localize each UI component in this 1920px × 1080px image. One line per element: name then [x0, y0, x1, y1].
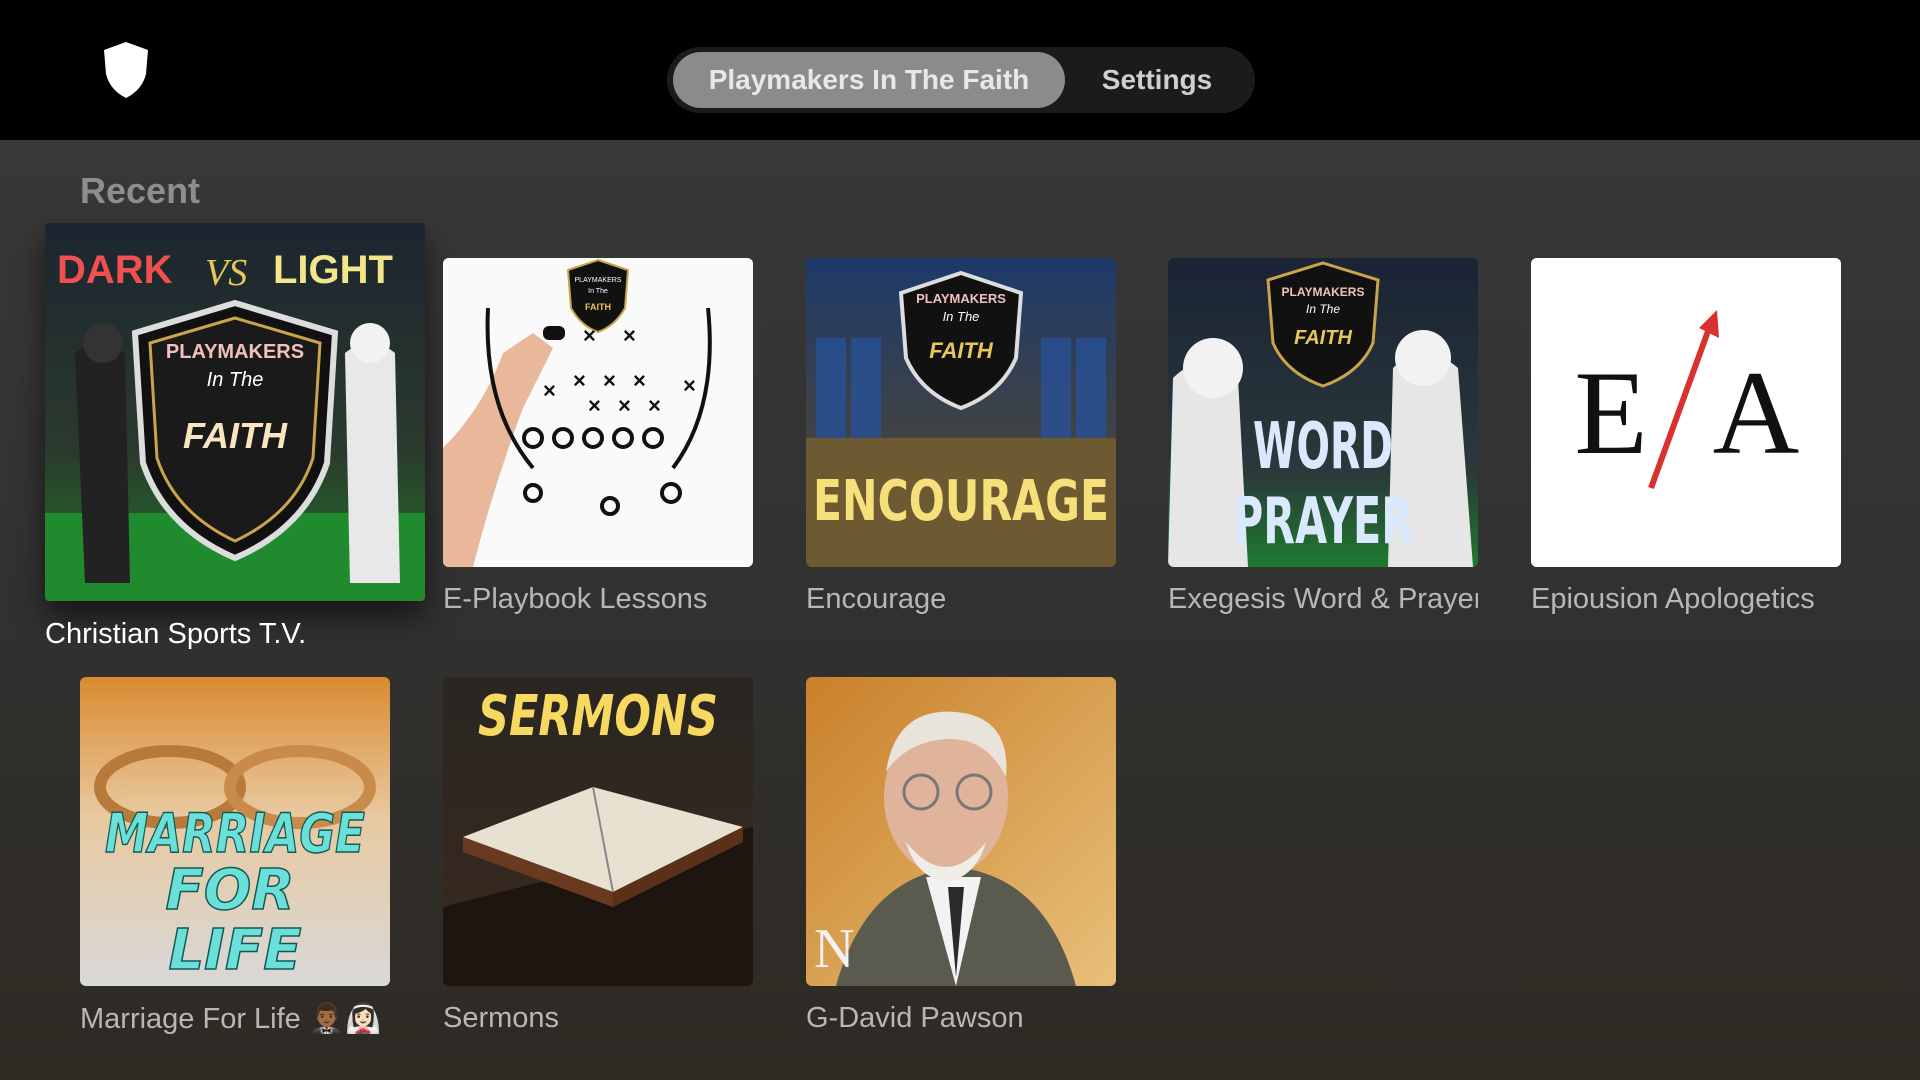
tile-christian-sports-tv[interactable]: DARK VS LIGHT PLAYMAKERS In The FAITH Ch…: [45, 223, 425, 663]
tile-label: E-Playbook Lessons: [443, 583, 708, 615]
art-text-in-the: In The: [943, 309, 980, 324]
svg-text:×: ×: [648, 393, 661, 418]
tile-label: G-David Pawson: [806, 1002, 1024, 1034]
art-text-vs: VS: [205, 252, 247, 294]
art-text-encourage: ENCOURAGE: [813, 469, 1109, 534]
art-text-faith: FAITH: [585, 302, 611, 312]
ea-logo-artwork: E A: [1531, 258, 1841, 567]
word-prayer-artwork: PLAYMAKERS In The FAITH WORD PRAYER: [1168, 258, 1478, 567]
tile-epiousion-apologetics[interactable]: E A Epiousion Apologetics: [1531, 258, 1841, 628]
tile-artwork: SERMONS: [443, 677, 753, 986]
tile-label: Marriage For Life 🤵🏾‍♂️👰🏻‍♀️: [80, 1003, 382, 1035]
tile-label: Sermons: [443, 1002, 560, 1034]
tile-e-playbook-lessons[interactable]: PLAYMAKERS In The FAITH × × × × × × × × × × E-P…: [443, 258, 753, 628]
svg-text:×: ×: [583, 323, 596, 348]
svg-text:×: ×: [543, 378, 556, 403]
art-text-faith: FAITH: [929, 338, 994, 363]
art-text-in-the: In The: [1306, 302, 1340, 316]
tab-settings[interactable]: Settings: [1067, 52, 1247, 108]
svg-text:×: ×: [588, 393, 601, 418]
art-text-playmakers: PLAYMAKERS: [166, 341, 304, 363]
tile-label: Epiousion Apologetics: [1531, 583, 1815, 615]
tile-label: Christian Sports T.V.: [45, 618, 307, 650]
tile-artwork: E A: [1531, 258, 1841, 567]
shield-logo-icon: [100, 40, 152, 100]
svg-text:×: ×: [618, 393, 631, 418]
art-text-n: N: [814, 918, 854, 980]
art-text-e: E: [1574, 346, 1647, 479]
tile-label: Exegesis Word & Prayer: [1168, 583, 1478, 615]
tile-g-david-pawson[interactable]: N G-David Pawson: [806, 677, 1116, 1047]
art-text-dark: DARK: [57, 248, 173, 292]
tile-artwork: N: [806, 677, 1116, 986]
tile-artwork: MARRIAGE FOR LIFE: [80, 677, 390, 986]
top-bar: Playmakers In The Faith Settings: [0, 0, 1920, 140]
tile-artwork: PLAYMAKERS In The FAITH ENCOURAGE: [806, 258, 1116, 567]
art-text-word: WORD: [1253, 410, 1393, 484]
art-text-life: LIFE: [168, 918, 301, 983]
encourage-locker-room-artwork: PLAYMAKERS In The FAITH ENCOURAGE: [806, 258, 1116, 567]
marriage-rings-artwork: MARRIAGE FOR LIFE: [80, 677, 390, 986]
art-text-in-the: In The: [207, 369, 264, 391]
tile-sermons[interactable]: SERMONS Sermons: [443, 677, 753, 1047]
art-text-a: A: [1713, 346, 1800, 479]
playbook-whiteboard-artwork: PLAYMAKERS In The FAITH × × × × × × × × × ×: [443, 258, 753, 567]
tile-label: Encourage: [806, 583, 947, 615]
section-title-recent: Recent: [80, 170, 201, 211]
art-text-playmakers: PLAYMAKERS: [916, 291, 1006, 306]
tile-artwork: DARK VS LIGHT PLAYMAKERS In The FAITH: [45, 223, 425, 601]
tile-artwork: PLAYMAKERS In The FAITH WORD PRAYER: [1168, 258, 1478, 567]
tab-bar: Playmakers In The Faith Settings: [667, 47, 1255, 113]
art-text-prayer: PRAYER: [1233, 485, 1413, 559]
art-text-for: FOR: [166, 858, 295, 923]
art-text-playmakers: PLAYMAKERS: [575, 277, 622, 284]
art-text-playmakers: PLAYMAKERS: [1282, 285, 1365, 299]
svg-text:×: ×: [633, 368, 646, 393]
tab-playmakers-in-the-faith[interactable]: Playmakers In The Faith: [673, 52, 1065, 108]
david-pawson-portrait-artwork: N: [806, 677, 1116, 986]
svg-text:×: ×: [603, 368, 616, 393]
dark-vs-light-artwork: DARK VS LIGHT PLAYMAKERS In The FAITH: [45, 223, 425, 601]
tile-artwork: PLAYMAKERS In The FAITH × × × × × × × × × ×: [443, 258, 753, 567]
art-text-in-the: In The: [588, 288, 608, 295]
tile-exegesis-word-prayer[interactable]: PLAYMAKERS In The FAITH WORD PRAYER Exeg…: [1168, 258, 1478, 628]
sermons-bible-artwork: SERMONS: [443, 677, 753, 986]
tile-encourage[interactable]: PLAYMAKERS In The FAITH ENCOURAGE Encour…: [806, 258, 1116, 628]
art-text-light: LIGHT: [273, 248, 393, 292]
art-text-sermons: SERMONS: [478, 684, 718, 749]
art-text-faith: FAITH: [183, 415, 288, 456]
tile-marriage-for-life[interactable]: MARRIAGE FOR LIFE Marriage For Life 🤵🏾‍♂…: [80, 677, 410, 1047]
svg-text:×: ×: [683, 373, 696, 398]
art-text-marriage: MARRIAGE: [105, 802, 365, 865]
art-text-faith: FAITH: [1294, 327, 1352, 349]
svg-text:×: ×: [623, 323, 636, 348]
svg-text:×: ×: [573, 368, 586, 393]
